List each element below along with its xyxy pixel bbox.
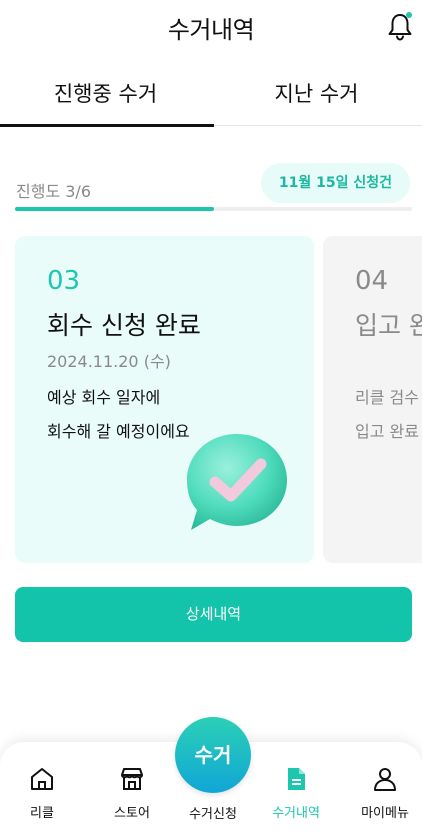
detail-button[interactable]: 상세내역 bbox=[15, 587, 412, 642]
step-title: 회수 신청 완료 bbox=[47, 311, 201, 340]
progress-bar bbox=[15, 207, 412, 211]
progress-label: 진행도 3/6 bbox=[16, 182, 91, 201]
step-number: 03 bbox=[47, 266, 81, 296]
step-description-line: 회수해 갈 예정이에요 bbox=[47, 422, 190, 441]
step-description-line: 예상 회수 일자에 bbox=[47, 388, 161, 407]
step-date: 2024.11.20 (수) bbox=[47, 352, 171, 371]
nav-label: 마이메뉴 bbox=[361, 806, 409, 821]
home-icon bbox=[31, 768, 53, 790]
tab-past[interactable]: 지난 수거 bbox=[211, 78, 422, 108]
step-card-current[interactable]: 03 회수 신청 완료 2024.11.20 (수) 예상 회수 일자에 회수해… bbox=[15, 236, 314, 563]
request-date-badge: 11월 15일 신청건 bbox=[260, 163, 410, 203]
nav-item-store[interactable]: 스토어 bbox=[90, 766, 174, 821]
pickup-request-fab[interactable]: 수거 bbox=[175, 717, 251, 793]
page-title: 수거내역 bbox=[167, 16, 255, 44]
step-card-next[interactable]: 04 입고 완 리클 검수 입고 완료 bbox=[323, 236, 422, 563]
step-description: 리클 검수 입고 완료 bbox=[355, 381, 419, 449]
nav-item-home[interactable]: 리클 bbox=[0, 766, 84, 821]
active-tab-indicator bbox=[0, 124, 214, 127]
step-description: 예상 회수 일자에 회수해 갈 예정이에요 bbox=[47, 381, 190, 449]
check-bubble-icon bbox=[187, 434, 287, 530]
tab-bar: 진행중 수거 지난 수거 bbox=[0, 66, 422, 128]
nav-label: 리클 bbox=[30, 806, 54, 821]
step-description-line: 리클 검수 bbox=[355, 388, 419, 407]
progress-bar-fill bbox=[15, 207, 214, 211]
document-icon bbox=[288, 768, 305, 790]
pickup-request-label[interactable]: 수거신청 bbox=[175, 803, 251, 822]
notification-dot bbox=[406, 12, 412, 18]
tab-in-progress[interactable]: 진행중 수거 bbox=[0, 78, 211, 108]
step-title: 입고 완 bbox=[355, 311, 422, 340]
nav-item-mymenu[interactable]: 마이메뉴 bbox=[343, 766, 422, 821]
header: 수거내역 bbox=[0, 0, 422, 56]
nav-item-history[interactable]: 수거내역 bbox=[254, 766, 338, 821]
person-icon bbox=[374, 768, 396, 791]
tab-divider bbox=[214, 125, 422, 126]
step-number: 04 bbox=[355, 266, 389, 296]
nav-label: 스토어 bbox=[114, 806, 150, 821]
store-icon bbox=[121, 768, 143, 790]
nav-label: 수거내역 bbox=[272, 806, 320, 821]
step-description-line: 입고 완료 bbox=[355, 422, 419, 441]
